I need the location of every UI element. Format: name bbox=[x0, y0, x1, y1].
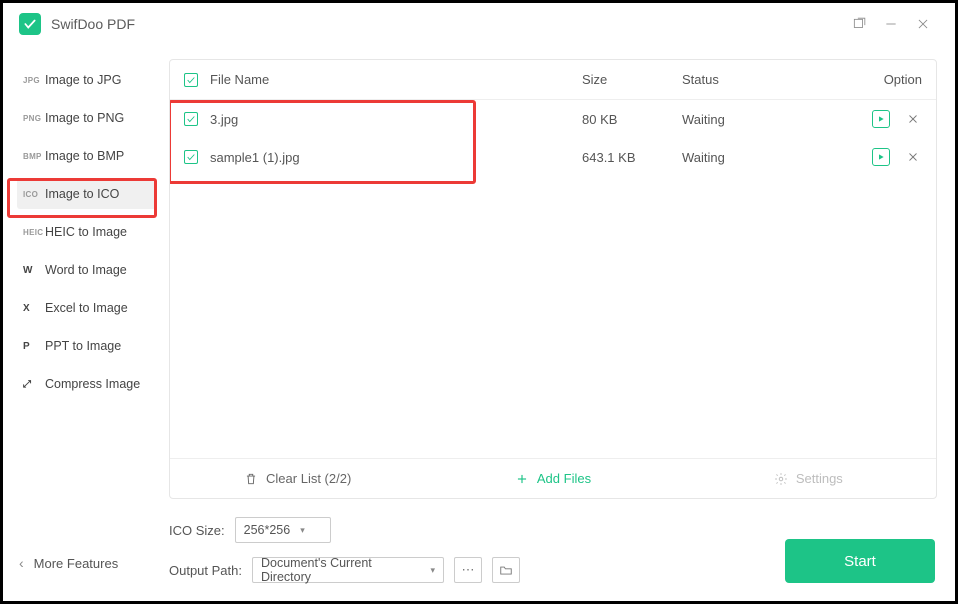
play-icon[interactable] bbox=[872, 110, 890, 128]
list-header: File Name Size Status Option bbox=[170, 60, 936, 100]
sidebar-item-compress[interactable]: ⤢Compress Image bbox=[17, 369, 157, 399]
select-all-checkbox[interactable] bbox=[184, 73, 198, 87]
row-size: 643.1 KB bbox=[582, 150, 682, 165]
clear-list-button[interactable]: Clear List (2/2) bbox=[170, 459, 425, 498]
row-status: Waiting bbox=[682, 112, 832, 127]
open-folder-button[interactable] bbox=[492, 557, 520, 583]
more-features-link[interactable]: ‹ More Features bbox=[19, 555, 118, 571]
sidebar-item-word[interactable]: WWord to Image bbox=[17, 255, 157, 285]
chevron-left-icon: ‹ bbox=[19, 555, 24, 571]
add-files-button[interactable]: Add Files bbox=[425, 459, 680, 498]
col-header-status: Status bbox=[682, 72, 832, 87]
start-button[interactable]: Start bbox=[785, 539, 935, 583]
row-filename: 3.jpg bbox=[210, 112, 582, 127]
sidebar-item-bmp[interactable]: BMPImage to BMP bbox=[17, 141, 157, 171]
row-checkbox[interactable] bbox=[184, 150, 198, 164]
more-path-button[interactable]: ⋯ bbox=[454, 557, 482, 583]
file-list: File Name Size Status Option 3.jpg 80 KB… bbox=[169, 59, 937, 499]
output-path-label: Output Path: bbox=[169, 563, 242, 578]
sidebar: JPGImage to JPG PNGImage to PNG BMPImage… bbox=[3, 45, 163, 601]
remove-row-icon[interactable] bbox=[904, 148, 922, 166]
row-size: 80 KB bbox=[582, 112, 682, 127]
output-path-select[interactable]: Document's Current Directory▾ bbox=[252, 557, 444, 583]
sidebar-item-jpg[interactable]: JPGImage to JPG bbox=[17, 65, 157, 95]
ico-size-label: ICO Size: bbox=[169, 523, 225, 538]
remove-row-icon[interactable] bbox=[904, 110, 922, 128]
table-row[interactable]: sample1 (1).jpg 643.1 KB Waiting bbox=[170, 138, 936, 176]
sidebar-item-png[interactable]: PNGImage to PNG bbox=[17, 103, 157, 133]
col-header-option: Option bbox=[832, 72, 922, 87]
col-header-name: File Name bbox=[210, 72, 582, 87]
main-panel: File Name Size Status Option 3.jpg 80 KB… bbox=[163, 45, 955, 601]
chevron-down-icon: ▾ bbox=[430, 565, 435, 576]
row-status: Waiting bbox=[682, 150, 832, 165]
minimize-button[interactable] bbox=[875, 8, 907, 40]
row-checkbox[interactable] bbox=[184, 112, 198, 126]
app-logo bbox=[19, 13, 41, 35]
ico-size-select[interactable]: 256*256▾ bbox=[235, 517, 331, 543]
chevron-down-icon: ▾ bbox=[300, 525, 305, 536]
sidebar-item-ico[interactable]: ICOImage to ICO bbox=[17, 179, 157, 209]
table-row[interactable]: 3.jpg 80 KB Waiting bbox=[170, 100, 936, 138]
popout-icon[interactable] bbox=[843, 8, 875, 40]
sidebar-item-heic[interactable]: HEICHEIC to Image bbox=[17, 217, 157, 247]
close-button[interactable] bbox=[907, 8, 939, 40]
bottom-options: ICO Size: 256*256▾ Output Path: Document… bbox=[169, 499, 937, 601]
action-bar: Clear List (2/2) Add Files Settings bbox=[170, 458, 936, 498]
sidebar-item-excel[interactable]: XExcel to Image bbox=[17, 293, 157, 323]
col-header-size: Size bbox=[582, 72, 682, 87]
sidebar-item-ppt[interactable]: PPPT to Image bbox=[17, 331, 157, 361]
title-bar: SwifDoo PDF bbox=[3, 3, 955, 45]
settings-button[interactable]: Settings bbox=[681, 459, 936, 498]
play-icon[interactable] bbox=[872, 148, 890, 166]
app-title: SwifDoo PDF bbox=[51, 16, 135, 32]
row-filename: sample1 (1).jpg bbox=[210, 150, 582, 165]
